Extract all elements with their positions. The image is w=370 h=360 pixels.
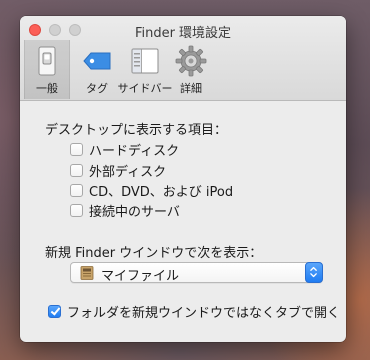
sidebar-icon (131, 48, 159, 74)
tab-advanced[interactable]: 詳細 (170, 40, 212, 99)
up-down-chevron-icon (310, 266, 317, 278)
hard-disks-option[interactable]: ハードディスク (70, 140, 180, 159)
popup-stepper[interactable] (305, 262, 323, 283)
desktop-items-heading: デスクトップに表示する項目： (45, 123, 228, 138)
toolbar: Finder 環境設定 一般 タグ サイドバー 詳細 (20, 16, 346, 101)
hard-disks-label: ハードディスク (89, 143, 180, 159)
new-window-location-value: マイファイル (101, 269, 180, 284)
connected-servers-option[interactable]: 接続中のサーバ (70, 201, 180, 220)
tab-advanced-label: 詳細 (180, 82, 202, 95)
cds-dvds-ipods-option[interactable]: CD、DVD、および iPod (70, 181, 234, 200)
external-disks-label: 外部ディスク (89, 164, 167, 180)
new-window-location-popup[interactable]: マイファイル (70, 262, 323, 284)
external-disks-option[interactable]: 外部ディスク (70, 161, 167, 180)
my-files-icon (80, 266, 94, 280)
tab-tags[interactable]: タグ (72, 40, 122, 99)
external-disks-checkbox[interactable] (70, 163, 83, 177)
cds-dvds-ipods-label: CD、DVD、および iPod (89, 184, 234, 200)
tab-general[interactable]: 一般 (24, 40, 70, 99)
tab-sidebar[interactable]: サイドバー (116, 40, 174, 99)
gear-icon (175, 45, 207, 77)
window-title: Finder 環境設定 (134, 26, 232, 41)
connected-servers-label: 接続中のサーバ (89, 204, 180, 220)
open-folders-in-tabs-checkbox[interactable] (48, 304, 61, 318)
tab-sidebar-label: サイドバー (117, 82, 173, 95)
open-folders-in-tabs-option[interactable]: フォルダを新規ウインドウではなくタブで開く (48, 302, 341, 321)
tab-tags-label: タグ (86, 82, 108, 95)
hard-disks-checkbox[interactable] (70, 142, 83, 156)
general-switch-icon (38, 46, 56, 76)
finder-preferences-window: Finder 環境設定 一般 タグ サイドバー 詳細 デスクトップに表示する項目… (20, 16, 346, 342)
connected-servers-checkbox[interactable] (70, 203, 83, 217)
new-window-heading: 新規 Finder ウインドウで次を表示： (45, 246, 263, 261)
tab-general-label: 一般 (36, 82, 58, 95)
tag-icon (83, 52, 111, 70)
open-folders-in-tabs-label: フォルダを新規ウインドウではなくタブで開く (67, 305, 341, 321)
cds-dvds-ipods-checkbox[interactable] (70, 183, 83, 197)
